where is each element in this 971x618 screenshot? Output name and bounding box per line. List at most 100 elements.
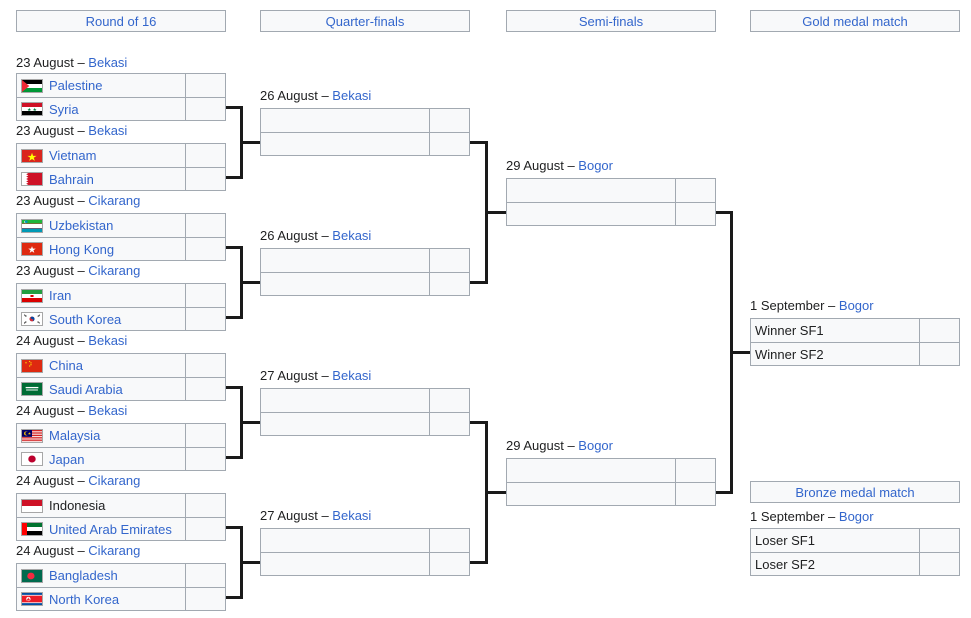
- match-row: Japan: [17, 447, 225, 470]
- connector-segment-horizontal: [730, 351, 750, 354]
- match-row: Bahrain: [17, 167, 225, 190]
- match-row: [261, 529, 469, 552]
- round-header-gold-medal-match[interactable]: Gold medal match: [750, 10, 960, 32]
- team-cell: Indonesia: [17, 494, 185, 517]
- team-name[interactable]: South Korea: [49, 313, 121, 326]
- score-cell: [429, 413, 469, 435]
- team-name[interactable]: Vietnam: [49, 149, 96, 162]
- team-name[interactable]: Malaysia: [49, 429, 100, 442]
- match-venue[interactable]: Bogor: [839, 298, 874, 313]
- team-name[interactable]: Saudi Arabia: [49, 383, 123, 396]
- flag-icon-uae: [21, 522, 43, 536]
- match-box-bronze: Loser SF1 Loser SF2: [750, 528, 960, 576]
- team-name[interactable]: United Arab Emirates: [49, 523, 172, 536]
- team-name: Loser SF1: [755, 533, 815, 548]
- match-venue[interactable]: Bekasi: [332, 228, 371, 243]
- match-date: 24 August: [16, 543, 74, 558]
- match-venue[interactable]: Bekasi: [332, 368, 371, 383]
- match-venue[interactable]: Bekasi: [88, 123, 127, 138]
- match-caption-separator: –: [563, 158, 579, 173]
- match-caption-separator: –: [824, 298, 839, 313]
- match-venue[interactable]: Bogor: [839, 509, 874, 524]
- flag-icon-palestine: [21, 78, 43, 93]
- flag-icon-china: [21, 358, 43, 373]
- round-header-semi-finals[interactable]: Semi-finals: [506, 10, 716, 32]
- match-venue[interactable]: Bekasi: [88, 55, 127, 70]
- round-header-quarter-finals[interactable]: Quarter-finals: [260, 10, 470, 32]
- match-caption-sf-2: 29 August – Bogor: [506, 438, 613, 454]
- match-venue[interactable]: Cikarang: [88, 543, 140, 558]
- team-name[interactable]: North Korea: [49, 593, 119, 606]
- score-cell: [429, 529, 469, 552]
- match-box-r16-8: Bangladesh North Korea: [16, 563, 226, 611]
- flag-icon-iran: [21, 288, 43, 303]
- round-header-round-of-16[interactable]: Round of 16: [16, 10, 226, 32]
- match-venue[interactable]: Cikarang: [88, 193, 140, 208]
- match-venue[interactable]: Bekasi: [88, 403, 127, 418]
- team-name[interactable]: Japan: [49, 453, 84, 466]
- score-cell: [429, 273, 469, 295]
- team-name[interactable]: Bangladesh: [49, 569, 118, 582]
- match-date: 23 August: [16, 193, 74, 208]
- score-cell: [429, 249, 469, 272]
- team-cell: Palestine: [17, 74, 185, 97]
- match-date: 23 August: [16, 55, 74, 70]
- team-name[interactable]: Hong Kong: [49, 243, 114, 256]
- match-box-r16-1: Palestine Syria: [16, 73, 226, 121]
- match-venue[interactable]: Cikarang: [88, 473, 140, 488]
- score-cell: [185, 214, 225, 237]
- round-header-bronze-medal-match[interactable]: Bronze medal match: [750, 481, 960, 503]
- match-date: 1 September: [750, 298, 825, 313]
- match-caption-separator: –: [73, 333, 89, 348]
- team-name: Indonesia: [49, 498, 106, 513]
- team-cell: Winner SF1: [751, 319, 919, 342]
- match-caption-separator: –: [317, 508, 333, 523]
- team-name[interactable]: Uzbekistan: [49, 219, 113, 232]
- connector-segment-vertical: [240, 106, 243, 179]
- team-cell: Loser SF1: [751, 529, 919, 552]
- team-name: Winner SF1: [755, 323, 824, 338]
- match-venue[interactable]: Bekasi: [332, 508, 371, 523]
- match-venue[interactable]: Bogor: [578, 158, 613, 173]
- match-box-sf-1: [506, 178, 716, 226]
- team-name[interactable]: China: [49, 359, 83, 372]
- flag-icon-syria: [21, 102, 43, 116]
- score-cell: [185, 238, 225, 260]
- score-cell: [919, 529, 959, 552]
- match-caption-r16-8: 24 August – Cikarang: [16, 543, 140, 559]
- match-row: Winner SF1: [751, 319, 959, 342]
- team-cell: Vietnam: [17, 144, 185, 167]
- team-cell: North Korea: [17, 588, 185, 610]
- match-venue[interactable]: Bogor: [578, 438, 613, 453]
- match-venue[interactable]: Cikarang: [88, 263, 140, 278]
- match-box-qf-1: [260, 108, 470, 156]
- team-cell: [261, 273, 429, 295]
- match-date: 27 August: [260, 368, 318, 383]
- match-box-r16-5: China Saudi Arabia: [16, 353, 226, 401]
- score-cell: [675, 483, 715, 505]
- match-row: Winner SF2: [751, 342, 959, 365]
- match-venue[interactable]: Bekasi: [88, 333, 127, 348]
- score-cell: [185, 308, 225, 330]
- score-cell: [185, 448, 225, 470]
- team-name[interactable]: Palestine: [49, 79, 102, 92]
- flag-icon-hongkong: [21, 242, 43, 256]
- flag-icon-japan: [21, 452, 43, 466]
- score-cell: [429, 389, 469, 412]
- match-caption-separator: –: [73, 543, 89, 558]
- match-venue[interactable]: Bekasi: [332, 88, 371, 103]
- match-date: 29 August: [506, 158, 564, 173]
- match-row: Loser SF2: [751, 552, 959, 575]
- team-name[interactable]: Syria: [49, 103, 79, 116]
- flag-icon-bahrain: [21, 172, 43, 186]
- team-cell: China: [17, 354, 185, 377]
- team-cell: Loser SF2: [751, 553, 919, 575]
- score-cell: [675, 459, 715, 482]
- team-name[interactable]: Bahrain: [49, 173, 94, 186]
- match-box-qf-2: [260, 248, 470, 296]
- team-name[interactable]: Iran: [49, 289, 71, 302]
- team-cell: [261, 413, 429, 435]
- match-row: [507, 179, 715, 202]
- connector-segment-horizontal: [485, 211, 506, 214]
- match-caption-separator: –: [73, 263, 89, 278]
